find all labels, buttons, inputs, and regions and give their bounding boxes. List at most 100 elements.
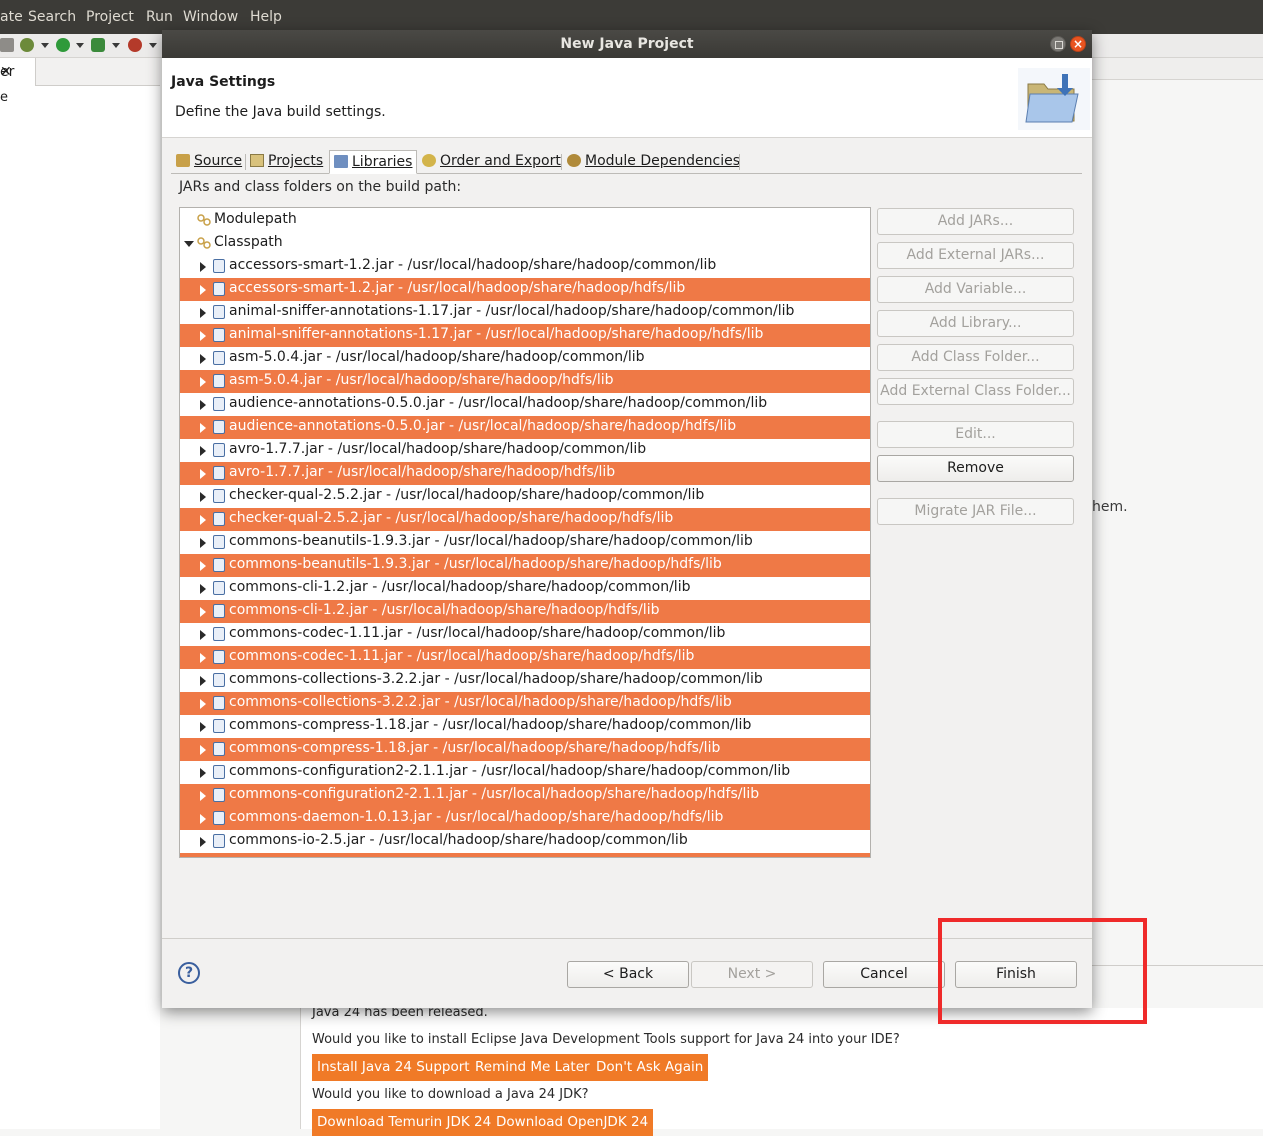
- table-row[interactable]: checker-qual-2.5.2.jar - /usr/local/hado…: [180, 485, 870, 508]
- chevron-right-icon[interactable]: [200, 768, 206, 778]
- chevron-right-icon[interactable]: [200, 676, 206, 686]
- menu-item-window[interactable]: Window: [183, 9, 238, 25]
- table-row[interactable]: audience-annotations-0.5.0.jar - /usr/lo…: [180, 416, 870, 439]
- chevron-right-icon[interactable]: [200, 469, 206, 479]
- tab-libraries[interactable]: Libraries: [329, 150, 417, 174]
- chevron-down-icon[interactable]: [149, 43, 157, 48]
- chevron-down-icon[interactable]: [41, 43, 49, 48]
- chevron-right-icon[interactable]: [200, 630, 206, 640]
- external-tools-icon[interactable]: [128, 38, 142, 52]
- table-row[interactable]: commons-compress-1.18.jar - /usr/local/h…: [180, 738, 870, 761]
- chevron-right-icon[interactable]: [200, 561, 206, 571]
- chevron-right-icon[interactable]: [200, 722, 206, 732]
- build-path-tree[interactable]: Modulepath Classpath accessors-smart-1.2…: [179, 207, 871, 858]
- chevron-down-icon[interactable]: [76, 43, 84, 48]
- chevron-right-icon[interactable]: [200, 331, 206, 341]
- run-icon[interactable]: [56, 38, 70, 52]
- forward-icon[interactable]: [0, 38, 14, 52]
- chevron-right-icon[interactable]: [200, 423, 206, 433]
- add-class-folder-button[interactable]: Add Class Folder...: [877, 344, 1074, 371]
- tab-order-and-export[interactable]: Order and Export: [422, 150, 561, 174]
- table-row[interactable]: asm-5.0.4.jar - /usr/local/hadoop/share/…: [180, 347, 870, 370]
- table-row[interactable]: commons-io-2.5.jar - /usr/local/hadoop/s…: [180, 830, 870, 853]
- chevron-right-icon[interactable]: [200, 607, 206, 617]
- tab-projects[interactable]: Projects: [250, 150, 323, 174]
- chevron-right-icon[interactable]: [200, 584, 206, 594]
- coverage-icon[interactable]: [91, 38, 105, 52]
- table-row[interactable]: animal-sniffer-annotations-1.17.jar - /u…: [180, 324, 870, 347]
- chevron-right-icon[interactable]: [200, 492, 206, 502]
- chevron-right-icon[interactable]: [200, 515, 206, 525]
- table-row[interactable]: commons-beanutils-1.9.3.jar - /usr/local…: [180, 554, 870, 577]
- close-icon[interactable]: ×: [1070, 36, 1086, 52]
- table-row[interactable]: avro-1.7.7.jar - /usr/local/hadoop/share…: [180, 439, 870, 462]
- tab-module-dependencies[interactable]: Module Dependencies: [567, 150, 740, 174]
- chevron-right-icon[interactable]: [200, 262, 206, 272]
- chevron-right-icon[interactable]: [200, 377, 206, 387]
- menu-item-project[interactable]: Project: [86, 9, 134, 25]
- edit-button[interactable]: Edit...: [877, 421, 1074, 448]
- chevron-right-icon[interactable]: [200, 354, 206, 364]
- table-row[interactable]: accessors-smart-1.2.jar - /usr/local/had…: [180, 255, 870, 278]
- add-jars-button[interactable]: Add JARs...: [877, 208, 1074, 235]
- maximize-icon[interactable]: [1050, 36, 1066, 52]
- chevron-down-icon[interactable]: [112, 43, 120, 48]
- chevron-right-icon[interactable]: [200, 285, 206, 295]
- chevron-down-icon[interactable]: [184, 241, 194, 247]
- dont-ask-again-button[interactable]: Don't Ask Again: [591, 1054, 709, 1081]
- cancel-button[interactable]: Cancel: [823, 961, 945, 988]
- chevron-right-icon[interactable]: [200, 538, 206, 548]
- menu-item-run[interactable]: Run: [146, 9, 173, 25]
- migrate-jar-file-button[interactable]: Migrate JAR File...: [877, 498, 1074, 525]
- table-row[interactable]: commons-codec-1.11.jar - /usr/local/hado…: [180, 646, 870, 669]
- table-row[interactable]: audience-annotations-0.5.0.jar - /usr/lo…: [180, 393, 870, 416]
- add-external-class-folder-button[interactable]: Add External Class Folder...: [877, 378, 1074, 405]
- chevron-right-icon[interactable]: [200, 814, 206, 824]
- table-row[interactable]: asm-5.0.4.jar - /usr/local/hadoop/share/…: [180, 370, 870, 393]
- package-explorer-item[interactable]: e: [0, 90, 8, 105]
- download-openjdk-button[interactable]: Download OpenJDK 24: [491, 1109, 654, 1136]
- chevron-right-icon[interactable]: [200, 446, 206, 456]
- chevron-right-icon[interactable]: [200, 308, 206, 318]
- tab-source[interactable]: Source: [176, 150, 242, 174]
- remind-me-later-button[interactable]: Remind Me Later: [470, 1054, 595, 1081]
- chevron-right-icon[interactable]: [200, 699, 206, 709]
- help-icon[interactable]: ?: [178, 962, 200, 984]
- table-row[interactable]: commons-collections-3.2.2.jar - /usr/loc…: [180, 692, 870, 715]
- chevron-right-icon[interactable]: [200, 400, 206, 410]
- tab-module-dependencies-label: Module Dependencies: [585, 153, 740, 169]
- package-explorer-tab[interactable]: er ✕: [0, 58, 36, 86]
- table-row[interactable]: avro-1.7.7.jar - /usr/local/hadoop/share…: [180, 462, 870, 485]
- table-row[interactable]: [180, 853, 870, 857]
- menu-item-search[interactable]: Search: [28, 9, 76, 25]
- add-variable-button[interactable]: Add Variable...: [877, 276, 1074, 303]
- debug-icon[interactable]: [20, 38, 34, 52]
- table-row[interactable]: commons-collections-3.2.2.jar - /usr/loc…: [180, 669, 870, 692]
- table-row[interactable]: commons-compress-1.18.jar - /usr/local/h…: [180, 715, 870, 738]
- table-row[interactable]: commons-codec-1.11.jar - /usr/local/hado…: [180, 623, 870, 646]
- table-row[interactable]: accessors-smart-1.2.jar - /usr/local/had…: [180, 278, 870, 301]
- add-external-jars-button[interactable]: Add External JARs...: [877, 242, 1074, 269]
- table-row[interactable]: commons-beanutils-1.9.3.jar - /usr/local…: [180, 531, 870, 554]
- table-row[interactable]: commons-cli-1.2.jar - /usr/local/hadoop/…: [180, 600, 870, 623]
- table-row[interactable]: animal-sniffer-annotations-1.17.jar - /u…: [180, 301, 870, 324]
- remove-button[interactable]: Remove: [877, 455, 1074, 482]
- chevron-right-icon[interactable]: [200, 791, 206, 801]
- table-row[interactable]: commons-configuration2-2.1.1.jar - /usr/…: [180, 761, 870, 784]
- download-temurin-button[interactable]: Download Temurin JDK 24: [312, 1109, 497, 1136]
- table-row[interactable]: commons-daemon-1.0.13.jar - /usr/local/h…: [180, 807, 870, 830]
- dialog-titlebar[interactable]: New Java Project ×: [162, 30, 1092, 58]
- table-row[interactable]: checker-qual-2.5.2.jar - /usr/local/hado…: [180, 508, 870, 531]
- chevron-right-icon[interactable]: [200, 745, 206, 755]
- menu-item-navigate[interactable]: ate: [0, 9, 23, 25]
- chevron-right-icon[interactable]: [200, 653, 206, 663]
- chevron-right-icon[interactable]: [200, 837, 206, 847]
- table-row[interactable]: commons-cli-1.2.jar - /usr/local/hadoop/…: [180, 577, 870, 600]
- add-library-button[interactable]: Add Library...: [877, 310, 1074, 337]
- menu-item-help[interactable]: Help: [250, 9, 282, 25]
- back-button[interactable]: < Back: [567, 961, 689, 988]
- table-row[interactable]: commons-configuration2-2.1.1.jar - /usr/…: [180, 784, 870, 807]
- close-icon[interactable]: ✕: [0, 64, 12, 80]
- install-java24-support-button[interactable]: Install Java 24 Support: [312, 1054, 475, 1081]
- next-button[interactable]: Next >: [691, 961, 813, 988]
